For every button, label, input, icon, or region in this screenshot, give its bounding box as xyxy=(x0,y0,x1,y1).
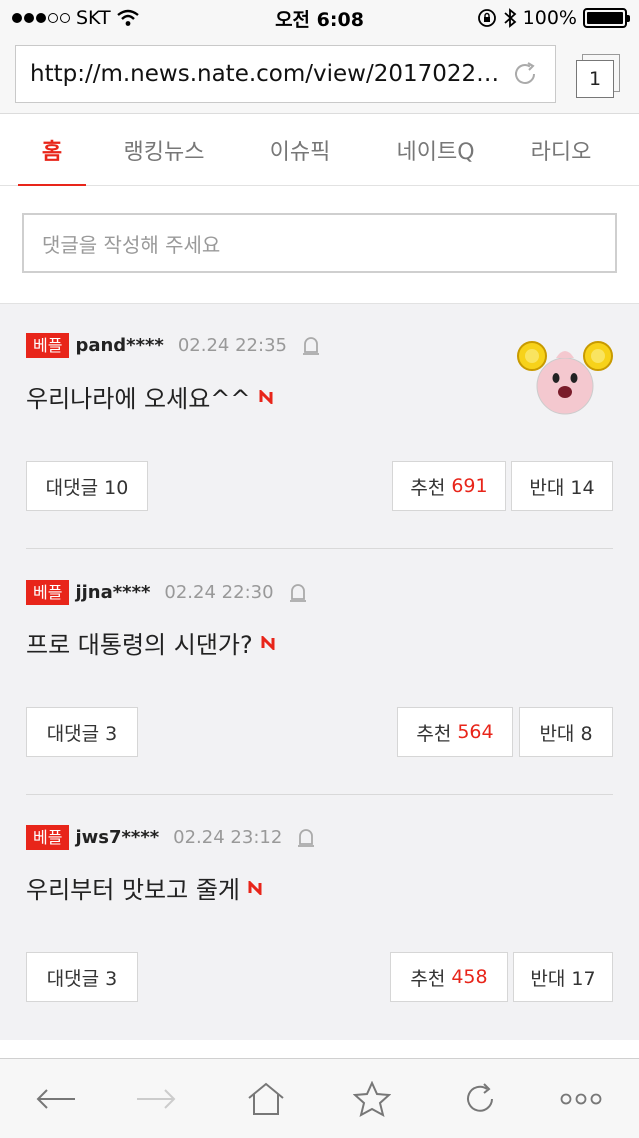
comment-text: 우리부터 맛보고 줄게 xyxy=(26,876,240,904)
tab-ranking-news[interactable]: 랭킹뉴스 xyxy=(104,114,224,186)
new-n-icon xyxy=(259,389,272,404)
best-comment-badge: 베플 xyxy=(26,580,70,606)
signal-strength-icon xyxy=(12,13,70,23)
like-label: 추천 xyxy=(410,967,446,990)
like-label: 추천 xyxy=(410,476,446,499)
battery-percent: 100% xyxy=(522,7,577,29)
rotation-lock-icon xyxy=(477,9,496,27)
signal-dot xyxy=(24,13,34,23)
reply-button[interactable]: 대댓글 3 xyxy=(26,707,138,757)
comment-text-row: 우리나라에 오세요^^ xyxy=(26,379,273,414)
best-comment-badge: 베플 xyxy=(26,825,70,851)
browser-toolbar xyxy=(0,1058,639,1138)
comment-user: jws7**** xyxy=(75,827,160,849)
star-icon[interactable] xyxy=(350,1077,394,1121)
status-left: SKT xyxy=(12,7,139,29)
home-icon[interactable] xyxy=(244,1077,288,1121)
refresh-icon[interactable] xyxy=(458,1077,502,1121)
signal-dot xyxy=(48,13,58,23)
forward-arrow-icon[interactable] xyxy=(134,1077,178,1121)
comment-text-row: 프로 대통령의 시댄가? xyxy=(26,625,275,660)
new-n-icon xyxy=(261,635,275,650)
comment-time: 02.24 22:35 xyxy=(177,335,287,357)
tab-nate-q[interactable]: 네이트Q xyxy=(378,114,493,186)
reply-button[interactable]: 대댓글 3 xyxy=(26,952,138,1002)
dislike-button[interactable]: 반대 17 xyxy=(513,952,613,1002)
tab-radio[interactable]: 라디오 xyxy=(510,114,612,186)
status-right: 100% xyxy=(477,7,630,29)
dislike-button[interactable]: 반대 8 xyxy=(519,707,613,757)
like-count: 691 xyxy=(451,475,488,497)
wifi-icon xyxy=(116,9,139,26)
comment-text-row: 우리부터 맛보고 줄게 xyxy=(26,870,262,905)
comment-divider xyxy=(26,794,613,795)
new-n-icon xyxy=(248,880,262,895)
like-count: 458 xyxy=(451,966,488,988)
url-text: http://m.news.nate.com/view/2017022… xyxy=(30,61,500,87)
comment-meta: 베플 jjna**** 02.24 22:30 xyxy=(26,580,308,606)
url-field[interactable]: http://m.news.nate.com/view/2017022… xyxy=(15,45,556,103)
comment-input-area: 댓글을 작성해 주세요 xyxy=(0,186,639,304)
back-arrow-icon[interactable] xyxy=(34,1077,78,1121)
next-comment-edge xyxy=(0,1040,639,1058)
comment-divider xyxy=(26,548,613,549)
comment-user: pand**** xyxy=(75,335,164,357)
bluetooth-icon xyxy=(504,8,517,28)
best-comment-badge: 베플 xyxy=(26,333,70,359)
report-bell-icon[interactable] xyxy=(288,582,308,604)
reload-icon[interactable] xyxy=(509,58,541,90)
like-button[interactable]: 추천 458 xyxy=(390,952,508,1002)
like-label: 추천 xyxy=(416,722,452,745)
cheer-sticker-icon xyxy=(517,341,613,415)
more-icon[interactable] xyxy=(558,1077,604,1121)
signal-dot xyxy=(12,13,22,23)
tab-issue-pick[interactable]: 이슈픽 xyxy=(245,114,355,186)
comment-user: jjna**** xyxy=(75,582,151,604)
like-button[interactable]: 추천 564 xyxy=(397,707,513,757)
comment-time: 02.24 23:12 xyxy=(173,827,283,849)
tab-home[interactable]: 홈 xyxy=(18,114,86,187)
like-count: 564 xyxy=(457,721,494,743)
reply-button[interactable]: 대댓글 10 xyxy=(26,461,148,511)
comment-meta: 베플 jws7**** 02.24 23:12 xyxy=(26,825,316,851)
battery-icon xyxy=(583,8,630,28)
tabs-button[interactable]: 1 xyxy=(576,54,620,98)
signal-dot xyxy=(60,13,70,23)
comment-input[interactable]: 댓글을 작성해 주세요 xyxy=(22,213,617,273)
comment-meta: 베플 pand**** 02.24 22:35 xyxy=(26,333,321,359)
comment-text: 우리나라에 오세요^^ xyxy=(26,385,251,413)
nav-tabs: 홈 랭킹뉴스 이슈픽 네이트Q 라디오 xyxy=(0,114,639,187)
tab-count: 1 xyxy=(576,60,614,98)
browser-address-bar: http://m.news.nate.com/view/2017022… 1 xyxy=(0,36,639,114)
dislike-button[interactable]: 반대 14 xyxy=(511,461,613,511)
like-button[interactable]: 추천 691 xyxy=(392,461,506,511)
signal-dot xyxy=(36,13,46,23)
status-bar: SKT 오전 6:08 100% xyxy=(0,0,639,36)
report-bell-icon[interactable] xyxy=(301,335,321,357)
comment-time: 02.24 22:30 xyxy=(164,582,274,604)
report-bell-icon[interactable] xyxy=(296,827,316,849)
comment-text: 프로 대통령의 시댄가? xyxy=(26,631,253,659)
carrier-name: SKT xyxy=(76,7,111,29)
